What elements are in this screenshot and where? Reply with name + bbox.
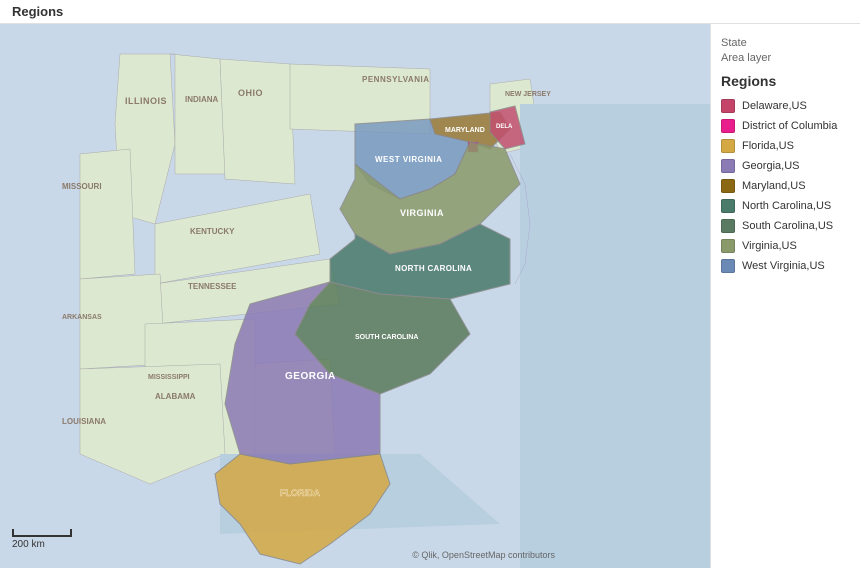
svg-text:VIRGINIA: VIRGINIA [400,208,444,218]
legend-item: Florida,US [721,139,850,153]
svg-text:TENNESSEE: TENNESSEE [188,282,237,291]
legend-swatch [721,259,735,273]
svg-text:MARYLAND: MARYLAND [445,127,485,134]
svg-text:FLORIDA: FLORIDA [280,488,320,498]
legend-swatch [721,239,735,253]
legend-label: District of Columbia [742,120,837,132]
legend-item: North Carolina,US [721,199,850,213]
legend-swatch [721,139,735,153]
page-title: Regions [12,4,63,19]
svg-text:PENNSYLVANIA: PENNSYLVANIA [362,75,430,84]
svg-text:MISSOURI: MISSOURI [62,182,102,191]
legend-item: Maryland,US [721,179,850,193]
legend-label: Georgia,US [742,160,799,172]
legend-swatch [721,199,735,213]
legend-swatch [721,119,735,133]
svg-text:ARKANSAS: ARKANSAS [62,314,102,321]
svg-text:NORTH CAROLINA: NORTH CAROLINA [395,264,472,273]
svg-text:ILLINOIS: ILLINOIS [125,96,167,106]
legend-label: Maryland,US [742,180,806,192]
legend-item: West Virginia,US [721,259,850,273]
scale-line [12,529,72,537]
legend-layer-title: State Area layer [721,36,850,67]
svg-text:MISSISSIPPI: MISSISSIPPI [148,374,190,381]
legend-item: Georgia,US [721,159,850,173]
legend-label: Delaware,US [742,100,807,112]
svg-text:NEW JERSEY: NEW JERSEY [505,91,551,98]
legend-item: District of Columbia [721,119,850,133]
legend-swatch [721,219,735,233]
legend-label: South Carolina,US [742,220,833,232]
legend-swatch [721,179,735,193]
legend-item: South Carolina,US [721,219,850,233]
svg-text:DELA: DELA [496,124,513,130]
legend-panel: State Area layer Regions Delaware,US Dist… [710,24,860,568]
title-bar: Regions [0,0,860,24]
legend-label: West Virginia,US [742,260,825,272]
scale-text: 200 km [12,539,45,550]
legend-swatch [721,159,735,173]
legend-label: North Carolina,US [742,200,831,212]
svg-text:OHIO: OHIO [238,88,263,98]
map-container[interactable]: WEST VIRGINIA MARYLAND DELA VIRGINIA NOR… [0,24,710,568]
legend-label: Florida,US [742,140,794,152]
legend-label: Virginia,US [742,240,797,252]
attribution: © Qlik, OpenStreetMap contributors [412,550,555,560]
svg-text:LOUISIANA: LOUISIANA [62,417,106,426]
scale-bar: 200 km [12,529,72,550]
legend-item: Delaware,US [721,99,850,113]
svg-text:INDIANA: INDIANA [185,95,219,104]
svg-text:SOUTH CAROLINA: SOUTH CAROLINA [355,334,418,341]
svg-text:GEORGIA: GEORGIA [285,371,336,382]
legend-items: Delaware,US District of Columbia Florida,U… [721,99,850,273]
app: Regions [0,0,860,568]
legend-title: Regions [721,73,850,89]
svg-text:ALABAMA: ALABAMA [155,392,196,401]
legend-swatch [721,99,735,113]
legend-item: Virginia,US [721,239,850,253]
svg-text:KENTUCKY: KENTUCKY [190,227,235,236]
svg-text:WEST VIRGINIA: WEST VIRGINIA [375,155,442,164]
